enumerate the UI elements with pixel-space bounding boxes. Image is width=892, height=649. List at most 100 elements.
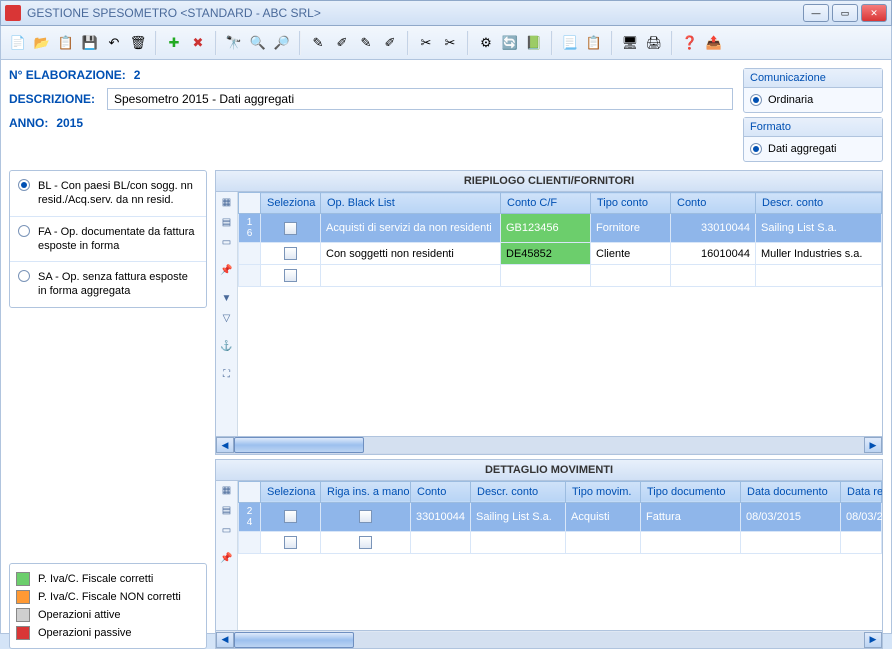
formato-panel: Formato Dati aggregati xyxy=(743,117,883,162)
row-checkbox[interactable] xyxy=(284,222,297,235)
zoom-icon[interactable]: 🔎 xyxy=(271,32,293,54)
row-checkbox[interactable] xyxy=(284,247,297,260)
refresh-icon[interactable]: 🔄 xyxy=(499,32,521,54)
side-opt-bl[interactable]: BL - Con paesi BL/con sogg. nn resid./Ac… xyxy=(10,171,206,217)
radio-dot-icon xyxy=(18,270,30,282)
new-icon[interactable]: 📄 xyxy=(7,32,29,54)
row-checkbox[interactable] xyxy=(284,536,297,549)
scroll-right-icon[interactable]: ▶ xyxy=(864,437,882,453)
scissors2-icon[interactable]: ✂ xyxy=(439,32,461,54)
vt-pin-icon[interactable]: 📌 xyxy=(219,262,235,278)
vt-anchor-icon[interactable]: ⚓ xyxy=(219,338,235,354)
side-opt-bl-text: BL - Con paesi BL/con sogg. nn resid./Ac… xyxy=(38,179,198,208)
minimize-button[interactable]: — xyxy=(803,4,829,22)
legend-passive: Operazioni passive xyxy=(38,627,132,639)
app-icon xyxy=(5,5,21,21)
binoculars-icon[interactable]: 🔭 xyxy=(223,32,245,54)
find-icon[interactable]: 🔍 xyxy=(247,32,269,54)
main-toolbar: 📄 📂 📋 💾 ↶ 🗑 ✚ ✖ 🔭 🔍 🔎 ✎ ✐ ✎ ✐ ✂ ✂ ⚙ 🔄 📗 … xyxy=(0,26,892,60)
close-button[interactable]: ✕ xyxy=(861,4,887,22)
accept-icon[interactable]: ✚ xyxy=(163,32,185,54)
legend-attive: Operazioni attive xyxy=(38,609,121,621)
vt-pin-icon[interactable]: 📌 xyxy=(219,551,235,567)
table-row[interactable] xyxy=(239,531,882,553)
undo-icon[interactable]: ↶ xyxy=(103,32,125,54)
num-elab-label: N° ELABORAZIONE: xyxy=(9,68,126,82)
anno-value: 2015 xyxy=(56,116,83,130)
formato-option: Dati aggregati xyxy=(768,143,837,155)
monitor-icon[interactable]: 🖥 xyxy=(619,32,641,54)
side-options-panel: BL - Con paesi BL/con sogg. nn resid./Ac… xyxy=(9,170,207,308)
formato-dati-aggregati[interactable]: Dati aggregati xyxy=(750,141,876,157)
save-icon[interactable]: 💾 xyxy=(79,32,101,54)
num-elab-value: 2 xyxy=(134,68,141,82)
comunicazione-option: Ordinaria xyxy=(768,94,813,106)
vt-delete-icon[interactable]: ▤ xyxy=(219,214,235,230)
maximize-button[interactable]: ▭ xyxy=(832,4,858,22)
side-opt-fa[interactable]: FA - Op. documentate da fattura esposte … xyxy=(10,217,206,263)
gear-icon[interactable]: ⚙ xyxy=(475,32,497,54)
descrizione-input[interactable] xyxy=(107,88,733,110)
list1-icon[interactable]: 📃 xyxy=(559,32,581,54)
vt-insert-icon[interactable]: ▦ xyxy=(219,194,235,210)
riga-ins-checkbox[interactable] xyxy=(359,536,372,549)
exit-icon[interactable]: 📤 xyxy=(703,32,725,54)
vt-edit-icon[interactable]: ▭ xyxy=(219,234,235,250)
dettaglio-hscroll[interactable]: ◀ ▶ xyxy=(216,630,882,648)
reject-icon[interactable]: ✖ xyxy=(187,32,209,54)
window-title: GESTIONE SPESOMETRO <STANDARD - ABC SRL> xyxy=(27,6,803,20)
table-row[interactable]: Con soggetti non residenti DE45852 Clien… xyxy=(239,243,882,265)
pencil-cancel-icon[interactable]: ✐ xyxy=(379,32,401,54)
radio-dot-icon xyxy=(750,94,762,106)
formato-title: Formato xyxy=(744,118,882,137)
comunicazione-ordinaria[interactable]: Ordinaria xyxy=(750,92,876,108)
side-opt-sa-text: SA - Op. senza fattura esposte in forma … xyxy=(38,270,198,299)
comunicazione-title: Comunicazione xyxy=(744,69,882,88)
pencil3-icon[interactable]: ✎ xyxy=(355,32,377,54)
pencil1-icon[interactable]: ✎ xyxy=(307,32,329,54)
row-checkbox[interactable] xyxy=(284,269,297,282)
riepilogo-hscroll[interactable]: ◀ ▶ xyxy=(216,436,882,454)
riepilogo-vtoolbar: ▦ ▤ ▭ 📌 ▼ ▽ ⚓ ⛶ xyxy=(216,192,238,436)
radio-dot-icon xyxy=(750,143,762,155)
riepilogo-grid-section: RIEPILOGO CLIENTI/FORNITORI ▦ ▤ ▭ 📌 ▼ ▽ … xyxy=(215,170,883,455)
vt-filter-icon[interactable]: ▼ xyxy=(219,290,235,306)
open-icon[interactable]: 📂 xyxy=(31,32,53,54)
riepilogo-title: RIEPILOGO CLIENTI/FORNITORI xyxy=(216,171,882,192)
vt-expand-icon[interactable]: ⛶ xyxy=(219,366,235,382)
dettaglio-table[interactable]: Seleziona Riga ins. a mano Conto Descr. … xyxy=(238,481,882,554)
dettaglio-grid-section: DETTAGLIO MOVIMENTI ▦ ▤ ▭ 📌 Selez xyxy=(215,459,883,649)
side-opt-sa[interactable]: SA - Op. senza fattura esposte in forma … xyxy=(10,262,206,307)
radio-dot-icon xyxy=(18,179,30,191)
riepilogo-table[interactable]: Seleziona Op. Black List Conto C/F Tipo … xyxy=(238,192,882,287)
vt-edit-icon[interactable]: ▭ xyxy=(219,523,235,539)
table-row[interactable]: 2 4 33010044 Sailing List S.a. Acquisti … xyxy=(239,502,882,531)
book-icon[interactable]: 📗 xyxy=(523,32,545,54)
comunicazione-panel: Comunicazione Ordinaria xyxy=(743,68,883,113)
descrizione-label: DESCRIZIONE: xyxy=(9,92,99,106)
side-opt-fa-text: FA - Op. documentate da fattura esposte … xyxy=(38,225,198,254)
scissors1-icon[interactable]: ✂ xyxy=(415,32,437,54)
table-row[interactable]: 1 6 Acquisti di servizi da non residenti… xyxy=(239,214,882,243)
radio-dot-icon xyxy=(18,225,30,237)
scroll-left-icon[interactable]: ◀ xyxy=(216,437,234,453)
legend-correct: P. Iva/C. Fiscale corretti xyxy=(38,573,153,585)
help-icon[interactable]: ❓ xyxy=(679,32,701,54)
pencil2-icon[interactable]: ✐ xyxy=(331,32,353,54)
vt-filter2-icon[interactable]: ▽ xyxy=(219,310,235,326)
list2-icon[interactable]: 📋 xyxy=(583,32,605,54)
legend-non-correct: P. Iva/C. Fiscale NON corretti xyxy=(38,591,181,603)
row-checkbox[interactable] xyxy=(284,510,297,523)
riga-ins-checkbox[interactable] xyxy=(359,510,372,523)
titlebar: GESTIONE SPESOMETRO <STANDARD - ABC SRL>… xyxy=(0,0,892,26)
delete-icon[interactable]: 🗑 xyxy=(127,32,149,54)
dettaglio-vtoolbar: ▦ ▤ ▭ 📌 xyxy=(216,481,238,630)
anno-label: ANNO: xyxy=(9,116,48,130)
copy-icon[interactable]: 📋 xyxy=(55,32,77,54)
table-row[interactable] xyxy=(239,265,882,287)
dettaglio-title: DETTAGLIO MOVIMENTI xyxy=(216,460,882,481)
print-icon[interactable]: 🖨 xyxy=(643,32,665,54)
vt-delete-icon[interactable]: ▤ xyxy=(219,503,235,519)
vt-insert-icon[interactable]: ▦ xyxy=(219,483,235,499)
legend-panel: P. Iva/C. Fiscale corretti P. Iva/C. Fis… xyxy=(9,563,207,649)
